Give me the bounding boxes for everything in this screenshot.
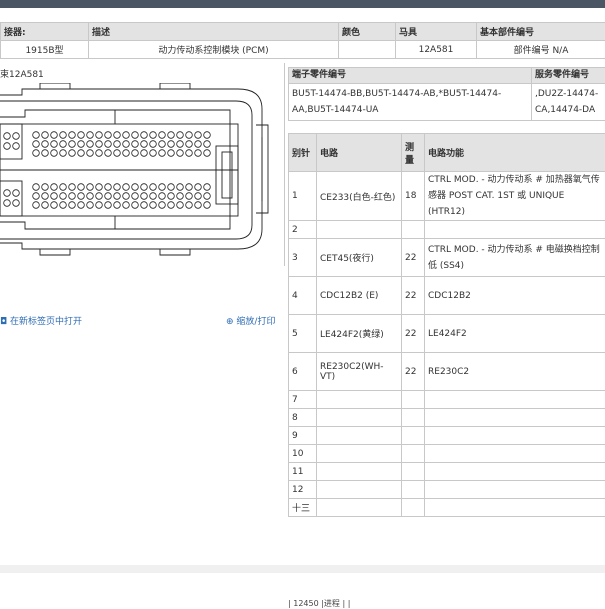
open-in-new-tab-link[interactable]: ◘ 在新标签页中打开: [0, 314, 82, 327]
table-row: 2: [289, 221, 605, 239]
circuit-name: CDC12B2 (E): [317, 277, 402, 315]
gauge-value: [402, 445, 425, 463]
pin-number: 6: [289, 353, 317, 391]
pin-number: 7: [289, 391, 317, 409]
zoom-print-label: 缩放/打印: [236, 317, 275, 327]
table-row: 12: [289, 481, 605, 499]
table-row: 3 CET45(夜行) 22 CTRL MOD. - 动力传动系 # 电磁换档控…: [289, 239, 605, 277]
gauge-value: [402, 427, 425, 445]
gauge-value: 18: [402, 172, 425, 221]
pin-number: 9: [289, 427, 317, 445]
table-row: 11: [289, 463, 605, 481]
gauge-value: 22: [402, 353, 425, 391]
circuit-name: LE424F2(黄绿): [317, 315, 402, 353]
pin-number: 10: [289, 445, 317, 463]
pin-number: 2: [289, 221, 317, 239]
value-base-part: 部件编号 N/A: [477, 41, 605, 59]
circuit-name: [317, 391, 402, 409]
connector-info-table: 接器: 描述 颜色 马具 基本部件编号 1915B型 动力传动系控制模块 (PC…: [0, 22, 605, 59]
top-bar: [0, 0, 605, 8]
circuit-name: [317, 463, 402, 481]
pin-number: 4: [289, 277, 317, 315]
terminal-part-header: 端子零件编号: [289, 68, 532, 84]
gauge-value: [402, 409, 425, 427]
open-in-new-tab-label: 在新标签页中打开: [10, 317, 82, 327]
pin-number: 5: [289, 315, 317, 353]
pin-number: 11: [289, 463, 317, 481]
circuit-name: [317, 221, 402, 239]
gauge-value: [402, 463, 425, 481]
table-row: 6 RE230C2(WH-VT) 22 RE230C2: [289, 353, 605, 391]
gauge-header: 测量: [402, 134, 425, 172]
header-color: 颜色: [339, 23, 396, 41]
circuit-function: CTRL MOD. - 动力传动系 # 电磁换档控制低 (SS4): [425, 239, 605, 277]
pin-number: 3: [289, 239, 317, 277]
value-harness: 12A581: [396, 41, 477, 59]
circuit-function: CTRL MOD. - 动力传动系 # 加热器氧气传感器 POST CAT. 1…: [425, 172, 605, 221]
external-link-icon: ◘: [0, 317, 10, 327]
circuit-function: LE424F2: [425, 315, 605, 353]
table-row: 8: [289, 409, 605, 427]
gauge-value: 22: [402, 239, 425, 277]
gauge-value: [402, 221, 425, 239]
gauge-value: 22: [402, 277, 425, 315]
header-connector: 接器:: [1, 23, 89, 41]
terminal-part-value: BU5T-14474-BB,BU5T-14474-AB,*BU5T-14474-…: [289, 84, 532, 121]
pin-number: 1: [289, 172, 317, 221]
service-part-header: 服务零件编号: [532, 68, 605, 84]
circuit-function: [425, 463, 605, 481]
section-divider: [0, 565, 605, 573]
circuit-name: [317, 409, 402, 427]
gauge-value: [402, 499, 425, 517]
circuit-header: 电路: [317, 134, 402, 172]
next-table-fragment: | 12450 |进程 | |: [288, 598, 350, 609]
circuit-function: [425, 391, 605, 409]
table-row: 7: [289, 391, 605, 409]
table-row: 4 CDC12B2 (E) 22 CDC12B2: [289, 277, 605, 315]
table-row: 10: [289, 445, 605, 463]
function-header: 电路功能: [425, 134, 605, 172]
pin-table: 别针 电路 测量 电路功能 1 CE233(白色-红色) 18 CTRL MOD…: [288, 133, 605, 517]
connector-title: 束12A581: [0, 67, 44, 80]
circuit-function: [425, 481, 605, 499]
gauge-value: [402, 481, 425, 499]
circuit-name: [317, 427, 402, 445]
circuit-function: [425, 427, 605, 445]
value-color: [339, 41, 396, 59]
circuit-function: CDC12B2: [425, 277, 605, 315]
header-harness: 马具: [396, 23, 477, 41]
table-row: 5 LE424F2(黄绿) 22 LE424F2: [289, 315, 605, 353]
circuit-function: [425, 221, 605, 239]
circuit-function: [425, 409, 605, 427]
circuit-name: [317, 445, 402, 463]
pin-number: 8: [289, 409, 317, 427]
pin-number: 十三: [289, 499, 317, 517]
table-row: 1 CE233(白色-红色) 18 CTRL MOD. - 动力传动系 # 加热…: [289, 172, 605, 221]
value-connector: 1915B型: [1, 41, 89, 59]
connector-panel: 束12A581: [0, 63, 285, 266]
circuit-function: RE230C2: [425, 353, 605, 391]
circuit-function: [425, 445, 605, 463]
table-row: 十三: [289, 499, 605, 517]
zoom-plus-icon: ⊕: [226, 317, 234, 327]
circuit-name: RE230C2(WH-VT): [317, 353, 402, 391]
pin-header: 别针: [289, 134, 317, 172]
value-description: 动力传动系控制模块 (PCM): [89, 41, 339, 59]
circuit-name: [317, 481, 402, 499]
header-base-part: 基本部件编号: [477, 23, 605, 41]
pin-number: 12: [289, 481, 317, 499]
circuit-name: [317, 499, 402, 517]
gauge-value: 22: [402, 315, 425, 353]
gauge-value: [402, 391, 425, 409]
service-part-value: ,DU2Z-14474-CA,14474-DA: [532, 84, 605, 121]
part-number-table: 端子零件编号 服务零件编号 BU5T-14474-BB,BU5T-14474-A…: [288, 67, 605, 121]
table-row: 9: [289, 427, 605, 445]
connector-diagram: [0, 83, 284, 261]
circuit-name: CE233(白色-红色): [317, 172, 402, 221]
header-description: 描述: [89, 23, 339, 41]
circuit-function: [425, 499, 605, 517]
circuit-name: CET45(夜行): [317, 239, 402, 277]
zoom-print-link[interactable]: ⊕ 缩放/打印: [226, 314, 275, 327]
